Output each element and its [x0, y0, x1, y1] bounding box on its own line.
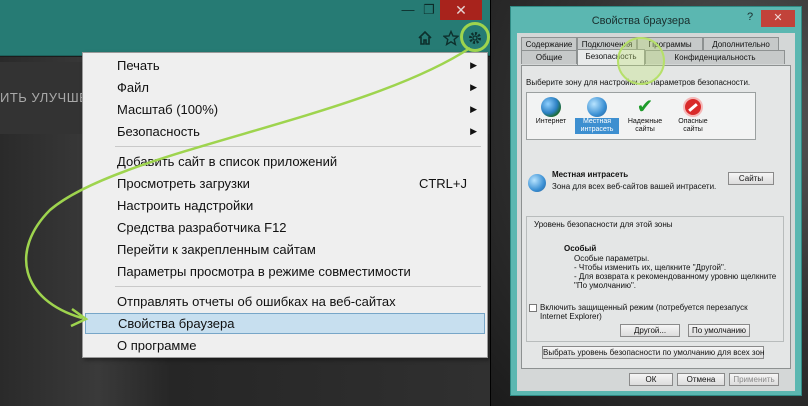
- menu-separator: [115, 286, 481, 287]
- zone-restricted-sites[interactable]: Опасные сайты: [671, 95, 715, 137]
- dialog-title: Свойства браузера: [591, 15, 691, 27]
- menu-item-label: Печать: [117, 58, 160, 73]
- menu-item-label: Настроить надстройки: [117, 198, 254, 213]
- ie-window: — ❐ ✕ ИТЬ УЛУЧШЕН Печать ▶ Файл ▶ Масштаб …: [0, 0, 490, 406]
- local-intranet-icon: [587, 97, 607, 117]
- security-level-title: Уровень безопасности для этой зоны: [532, 220, 675, 229]
- zone-label: Местная интрасеть: [575, 118, 619, 134]
- zone-local-intranet[interactable]: Местная интрасеть: [575, 95, 619, 137]
- menu-item-label: Просмотреть загрузки: [117, 176, 250, 191]
- default-level-button[interactable]: По умолчанию: [688, 324, 750, 337]
- zone-label: Интернет: [535, 118, 567, 125]
- zone-label: Опасные сайты: [678, 118, 708, 133]
- dialog-body: Содержание Подключения Программы Дополни…: [517, 33, 795, 391]
- home-icon[interactable]: [416, 30, 434, 48]
- protected-mode-label: Internet Explorer): [540, 312, 602, 321]
- tools-menu: Печать ▶ Файл ▶ Масштаб (100%) ▶ Безопаснос…: [82, 52, 488, 358]
- gear-highlight-circle: [460, 22, 490, 52]
- ie-titlebar: — ❐ ✕: [0, 0, 490, 24]
- trusted-sites-checkmark-icon: ✔: [636, 96, 654, 118]
- protected-mode-label: Включить защищенный режим (потребуется п…: [540, 303, 748, 312]
- menu-item-label: Свойства браузера: [118, 316, 235, 331]
- menu-item-print[interactable]: Печать ▶: [85, 55, 485, 76]
- menu-item-pinned-sites[interactable]: Перейти к закрепленным сайтам: [85, 239, 485, 260]
- custom-level-title: Особый: [564, 244, 597, 253]
- security-tab-panel: Выберите зону для настройки ее параметро…: [521, 65, 791, 369]
- security-tab-highlight-circle: [617, 37, 665, 85]
- zone-description: Зона для всех веб-сайтов вашей интрасети…: [552, 182, 717, 191]
- menu-item-developer-tools[interactable]: Средства разработчика F12: [85, 217, 485, 238]
- menu-item-label: Параметры просмотра в режиме совместимос…: [117, 264, 411, 279]
- menu-item-label: Перейти к закрепленным сайтам: [117, 242, 316, 257]
- menu-item-label: Файл: [117, 80, 149, 95]
- menu-item-internet-options[interactable]: Свойства браузера: [85, 313, 485, 334]
- menu-item-about[interactable]: О программе: [85, 335, 485, 356]
- custom-level-line: Особые параметры.: [574, 254, 650, 263]
- favorites-star-icon[interactable]: [442, 29, 460, 48]
- tab-general[interactable]: Общие: [521, 50, 577, 64]
- close-button[interactable]: ✕: [440, 0, 482, 20]
- custom-level-button[interactable]: Другой...: [620, 324, 680, 337]
- local-intranet-icon: [528, 174, 546, 192]
- tab-advanced[interactable]: Дополнительно: [703, 37, 779, 51]
- menu-item-file[interactable]: Файл ▶: [85, 77, 485, 98]
- menu-item-report-website-problems[interactable]: Отправлять отчеты об ошибках на веб-сайт…: [85, 291, 485, 312]
- menu-item-label: Средства разработчика F12: [117, 220, 287, 235]
- internet-globe-icon: [541, 97, 561, 117]
- submenu-arrow-icon: ▶: [470, 60, 477, 70]
- menu-item-zoom[interactable]: Масштаб (100%) ▶: [85, 99, 485, 120]
- cancel-button[interactable]: Отмена: [677, 373, 725, 386]
- menu-item-safety[interactable]: Безопасность ▶: [85, 121, 485, 142]
- custom-level-line: - Чтобы изменить их, щелкните "Другой".: [574, 263, 727, 272]
- sites-button[interactable]: Сайты: [728, 172, 774, 185]
- zone-internet[interactable]: Интернет: [529, 95, 573, 137]
- menu-item-label: Масштаб (100%): [117, 102, 219, 117]
- zone-name: Местная интрасеть: [552, 170, 629, 179]
- zone-label: Надежные сайты: [627, 118, 663, 133]
- menu-separator: [115, 146, 481, 147]
- protected-mode-checkbox[interactable]: [529, 304, 537, 312]
- reset-all-zones-button[interactable]: Выбрать уровень безопасности по умолчани…: [542, 346, 764, 359]
- menu-item-label: Отправлять отчеты об ошибках на веб-сайт…: [117, 294, 396, 309]
- menu-item-label: Добавить сайт в список приложений: [117, 154, 338, 169]
- zone-trusted-sites[interactable]: ✔ Надежные сайты: [623, 95, 667, 137]
- ok-button[interactable]: ОК: [629, 373, 673, 386]
- restore-button[interactable]: ❐: [418, 0, 440, 20]
- dialog-close-button[interactable]: ✕: [761, 10, 795, 27]
- minimize-button[interactable]: —: [396, 0, 420, 20]
- custom-level-line: - Для возврата к рекомендованному уровню…: [574, 272, 777, 281]
- menu-item-label: Безопасность: [117, 124, 200, 139]
- menu-item-compatibility-view[interactable]: Параметры просмотра в режиме совместимос…: [85, 261, 485, 282]
- tab-content[interactable]: Содержание: [521, 37, 577, 51]
- zone-list: Интернет Местная интрасеть ✔ Надежные сайт…: [526, 92, 756, 140]
- menu-item-add-site-to-apps[interactable]: Добавить сайт в список приложений: [85, 151, 485, 172]
- custom-level-line: "По умолчанию".: [574, 281, 637, 290]
- menu-item-label: О программе: [117, 338, 197, 353]
- submenu-arrow-icon: ▶: [470, 82, 477, 92]
- submenu-arrow-icon: ▶: [470, 104, 477, 114]
- submenu-arrow-icon: ▶: [470, 126, 477, 136]
- help-button[interactable]: ?: [747, 11, 753, 23]
- apply-button[interactable]: Применить: [729, 373, 779, 386]
- tab-privacy[interactable]: Конфиденциальность: [645, 50, 785, 64]
- restricted-sites-icon: [683, 97, 703, 117]
- menu-item-shortcut: CTRL+J: [418, 176, 467, 191]
- menu-item-manage-addons[interactable]: Настроить надстройки: [85, 195, 485, 216]
- menu-item-view-downloads[interactable]: Просмотреть загрузки CTRL+J: [85, 173, 485, 194]
